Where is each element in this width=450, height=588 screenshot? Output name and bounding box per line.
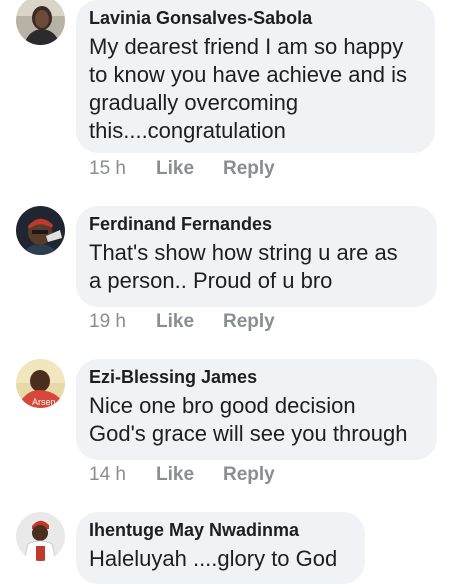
comment-author[interactable]: Ihentuge May Nwadinma: [89, 519, 351, 541]
comment-text: My dearest friend I am so happy to know …: [89, 33, 421, 145]
comment-timestamp[interactable]: 15 h: [89, 158, 156, 180]
reply-button[interactable]: Reply: [223, 464, 275, 486]
comment-text-line: Haleluyah ....glory to God: [89, 546, 338, 571]
like-button[interactable]: Like: [156, 464, 223, 486]
reply-button[interactable]: Reply: [223, 158, 275, 180]
comment-bubble: Lavinia Gonsalves-Sabola My dearest frie…: [76, 0, 435, 153]
avatar[interactable]: [16, 0, 65, 45]
comment-text-line: My dearest friend I am so happy: [89, 34, 404, 59]
comment-text-line: to know you have achieve and is: [89, 62, 407, 87]
comment-bubble: Ezi-Blessing James Nice one bro good dec…: [76, 359, 437, 460]
comment-text: Nice one bro good decision God's grace w…: [89, 392, 423, 448]
comment-text-line: Nice one bro good decision: [89, 393, 356, 418]
comment-bubble: Ferdinand Fernandes That's show how stri…: [76, 206, 437, 307]
avatar[interactable]: [16, 206, 65, 255]
comment-actions: 14 h Like Reply: [89, 464, 275, 486]
reply-button[interactable]: Reply: [223, 311, 275, 333]
comment-text-line: God's grace will see you through: [89, 421, 408, 446]
like-button[interactable]: Like: [156, 158, 223, 180]
comment-text-line: a person.. Proud of u bro: [89, 268, 333, 293]
avatar[interactable]: [16, 512, 65, 561]
comment-text-line: That's show how string u are as: [89, 240, 398, 265]
avatar-overlay-text: Arsen: [32, 397, 56, 407]
comment-text: Haleluyah ....glory to God: [89, 545, 351, 573]
profile-photo-icon: Arsen: [16, 359, 65, 408]
comment-actions: 19 h Like Reply: [89, 311, 275, 333]
profile-photo-icon: [16, 512, 65, 561]
profile-photo-icon: [16, 0, 65, 45]
comment-text: That's show how string u are as a person…: [89, 239, 423, 295]
comment-text-line: this....congratulation: [89, 118, 286, 143]
profile-photo-icon: [16, 206, 65, 255]
comment-author[interactable]: Ferdinand Fernandes: [89, 213, 423, 235]
comment-author[interactable]: Ezi-Blessing James: [89, 366, 423, 388]
comment-author[interactable]: Lavinia Gonsalves-Sabola: [89, 7, 421, 29]
comment-timestamp[interactable]: 19 h: [89, 311, 156, 333]
comment-text-line: gradually overcoming: [89, 90, 299, 115]
comment-timestamp[interactable]: 14 h: [89, 464, 156, 486]
comment-actions: 15 h Like Reply: [89, 158, 275, 180]
like-button[interactable]: Like: [156, 311, 223, 333]
comment-bubble: Ihentuge May Nwadinma Haleluyah ....glor…: [76, 512, 365, 584]
avatar[interactable]: Arsen: [16, 359, 65, 408]
